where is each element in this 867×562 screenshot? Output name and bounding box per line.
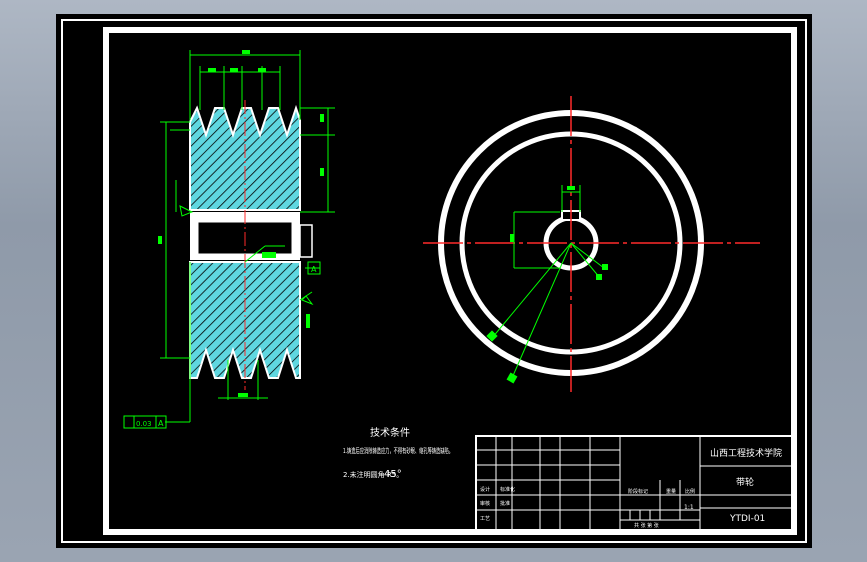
tech-angle: 45° (384, 469, 402, 480)
role-check: 审核 (480, 500, 490, 507)
runout-value: 0.03 (136, 420, 152, 428)
tech-title: 技术条件 (370, 426, 410, 439)
ratio-label: 比例 (685, 488, 695, 495)
role-design: 设计 (480, 486, 490, 493)
title-block: 山西工程技术学院 带轮 YTDI-01 1:1 设计 审核 工艺 标准化 批准 … (475, 435, 793, 531)
drawing-number: YTDI-01 (729, 514, 765, 524)
tech-item-1: 1.铸造后应消除铸造应力，不得有砂眼、缩孔等铸造缺陷。 (343, 446, 453, 455)
part-name: 带轮 (736, 476, 754, 488)
datum-label: A (311, 265, 317, 274)
role-approve: 批准 (500, 500, 510, 507)
weight-label: 重量 (666, 488, 676, 495)
scale-value: 1:1 (684, 504, 694, 511)
role-process: 工艺 (480, 516, 490, 522)
sheet-info: 共 张 第 张 (634, 522, 659, 529)
school-name: 山西工程技术学院 (710, 447, 782, 459)
runout-datum: A (158, 419, 164, 428)
stage-mark: 阶段标记 (628, 488, 648, 495)
role-standard: 标准化 (500, 486, 515, 493)
pulley-section-view (189, 100, 313, 390)
cad-drawing-sheet: 0.03 A A 技术条件 1.铸造后应消除铸造应力，不得有砂眼、缩孔等铸造缺陷… (56, 14, 812, 548)
